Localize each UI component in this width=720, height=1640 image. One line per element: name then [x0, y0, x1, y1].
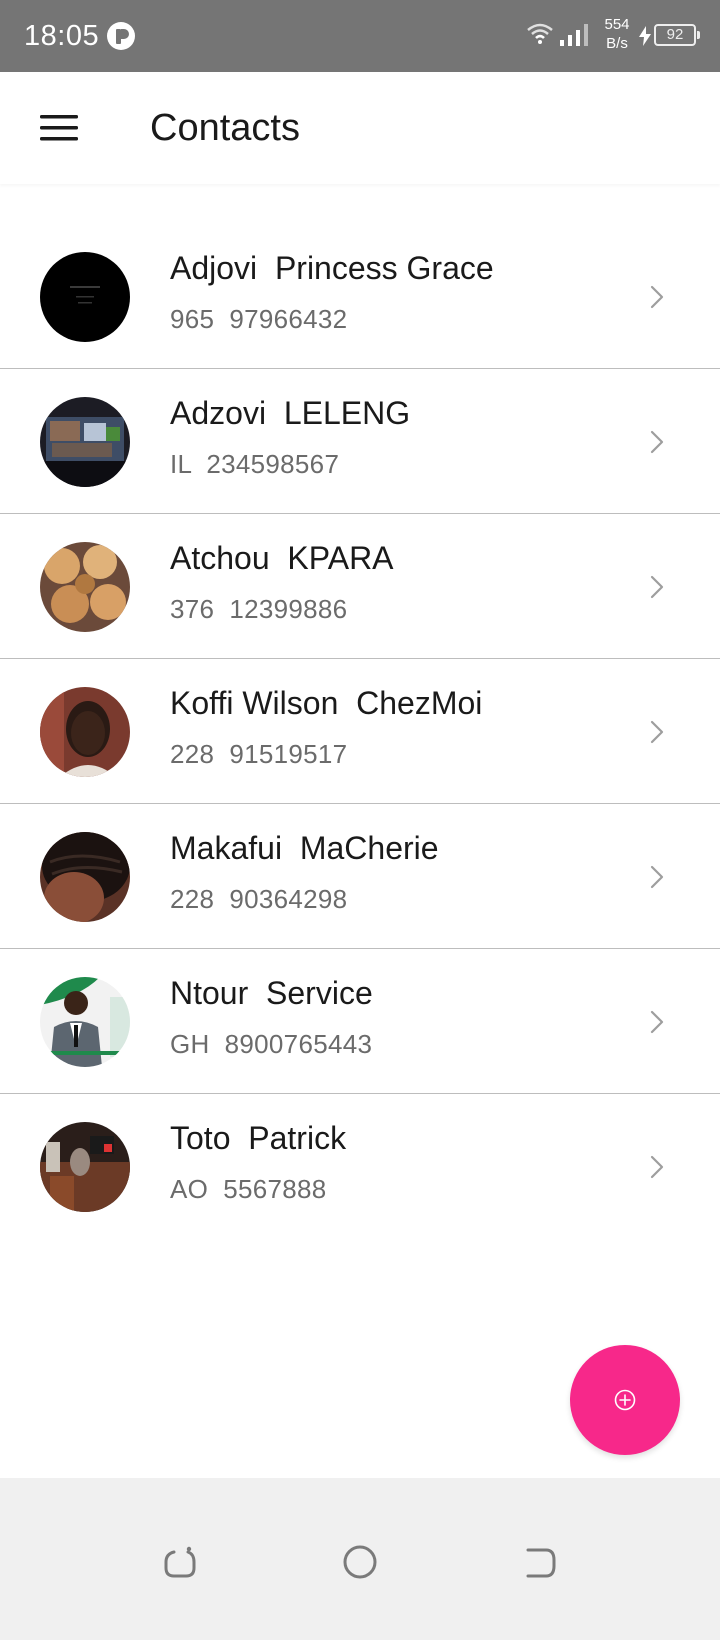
battery-indicator: 92 [654, 24, 700, 46]
network-speed: 554 B/s [604, 16, 630, 52]
contact-name: Koffi Wilson ChezMoi [170, 685, 483, 721]
status-time: 18:05 [24, 20, 100, 52]
contact-row[interactable]: Makafui MaCherie 228 90364298 [0, 804, 720, 949]
back-icon[interactable] [518, 1540, 562, 1584]
status-bar: 18:05 554 B/s 92 [0, 0, 720, 72]
chevron-right-icon [650, 575, 664, 599]
contact-row[interactable]: Toto Patrick AO 5567888 [0, 1094, 720, 1239]
contact-row[interactable]: Ntour Service GH 8900765443 [0, 949, 720, 1094]
contact-name: Ntour Service [170, 975, 373, 1011]
contact-avatar [40, 977, 130, 1067]
add-circle-icon [614, 1389, 636, 1411]
contact-phone: 965 97966432 [170, 304, 348, 334]
hamburger-menu-icon [40, 115, 78, 141]
app-notification-icon [107, 22, 135, 50]
menu-button[interactable] [28, 102, 90, 154]
contact-avatar [40, 832, 130, 922]
contact-name: Makafui MaCherie [170, 830, 439, 866]
contact-phone: 228 91519517 [170, 739, 348, 769]
contact-row[interactable]: Adzovi LELENG IL 234598567 [0, 369, 720, 514]
contact-row[interactable]: Adjovi Princess Grace 965 97966432 [0, 224, 720, 369]
contact-avatar [40, 397, 130, 487]
system-nav-bar [0, 1478, 720, 1640]
contact-phone: AO 5567888 [170, 1174, 327, 1204]
contact-name: Adjovi Princess Grace [170, 250, 494, 286]
contact-phone: 376 12399886 [170, 594, 348, 624]
home-icon[interactable] [338, 1540, 382, 1584]
page-title: Contacts [150, 107, 300, 149]
chevron-right-icon [650, 1155, 664, 1179]
contact-phone: IL 234598567 [170, 449, 340, 479]
chevron-right-icon [650, 430, 664, 454]
contact-phone: 228 90364298 [170, 884, 348, 914]
contact-name: Adzovi LELENG [170, 395, 411, 431]
chevron-right-icon [650, 1010, 664, 1034]
contact-name: Atchou KPARA [170, 540, 394, 576]
contact-phone: GH 8900765443 [170, 1029, 373, 1059]
wifi-icon [527, 23, 553, 44]
contact-row[interactable]: Koffi Wilson ChezMoi 228 91519517 [0, 659, 720, 804]
contact-row[interactable]: Atchou KPARA 376 12399886 [0, 514, 720, 659]
contact-name: Toto Patrick [170, 1120, 347, 1156]
chevron-right-icon [650, 865, 664, 889]
app-bar: Contacts [0, 72, 720, 184]
contact-avatar [40, 252, 130, 342]
chevron-right-icon [650, 720, 664, 744]
chevron-right-icon [650, 285, 664, 309]
recents-icon[interactable] [158, 1540, 202, 1584]
contact-avatar [40, 687, 130, 777]
signal-icon [560, 24, 588, 46]
contacts-list: Adjovi Princess Grace 965 97966432 Adzov… [0, 224, 720, 1239]
charging-icon [639, 26, 651, 46]
contact-avatar [40, 542, 130, 632]
add-contact-button[interactable] [570, 1345, 680, 1455]
contact-avatar [40, 1122, 130, 1212]
